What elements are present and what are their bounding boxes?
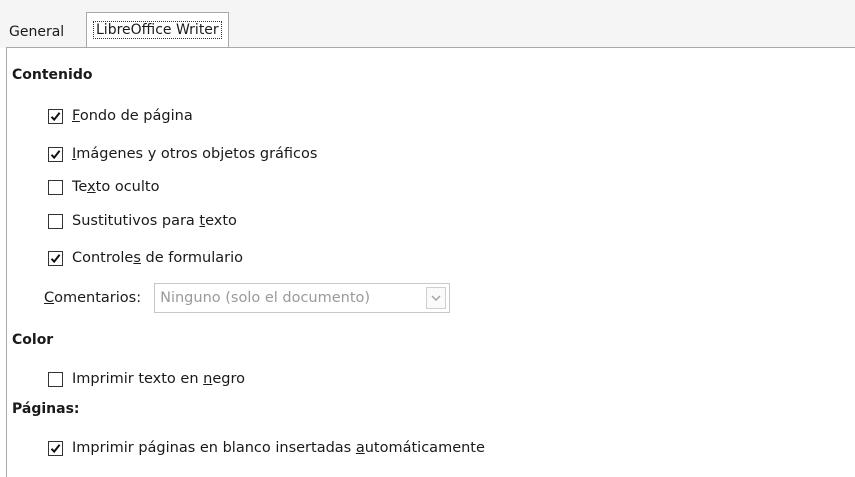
text-placeholders-checkbox[interactable] (48, 213, 63, 229)
hidden-text-checkbox[interactable] (48, 179, 63, 195)
tab-general[interactable]: General (3, 18, 70, 46)
option-form-controls[interactable]: Controles de formulario (48, 247, 243, 269)
text-placeholders-label: Sustitutivos para texto (72, 213, 237, 229)
checkmark-icon (50, 111, 61, 121)
form-controls-label: Controles de formulario (72, 250, 244, 266)
tab-libreoffice-writer[interactable]: LibreOffice Writer (86, 12, 229, 48)
option-print-black[interactable]: Imprimir texto en negro (48, 368, 245, 390)
hidden-text-label: Texto oculto (72, 179, 160, 195)
tab-libreoffice-writer-label: LibreOffice Writer (93, 21, 222, 39)
option-hidden-text[interactable]: Texto oculto (48, 176, 159, 198)
option-text-placeholders[interactable]: Sustitutivos para texto (48, 210, 237, 232)
chevron-down-icon[interactable] (426, 287, 447, 309)
images-label: Imágenes y otros objetos gráficos (72, 146, 318, 162)
blank-pages-checkbox[interactable] (48, 440, 63, 456)
option-blank-pages[interactable]: Imprimir páginas en blanco insertadas au… (48, 437, 485, 459)
tab-bar: General LibreOffice Writer (0, 0, 855, 48)
background-label: Fondo de página (72, 108, 193, 124)
comments-dropdown[interactable]: Ninguno (solo el documento) (154, 283, 451, 313)
comments-row: Comentarios: Ninguno (solo el documento) (44, 283, 451, 313)
comments-label: Comentarios: (44, 290, 142, 306)
comments-dropdown-value: Ninguno (solo el documento) (160, 290, 371, 306)
section-heading-pages: Páginas: (12, 401, 80, 417)
section-heading-contents: Contenido (12, 67, 93, 83)
images-checkbox[interactable] (48, 146, 63, 162)
tab-general-label: General (9, 24, 65, 40)
options-panel: Contenido Fondo de página Imágenes y otr… (6, 47, 855, 477)
background-checkbox[interactable] (48, 108, 63, 124)
checkmark-icon (50, 253, 61, 263)
option-background[interactable]: Fondo de página (48, 105, 193, 127)
print-black-checkbox[interactable] (48, 371, 63, 387)
checkmark-icon (50, 149, 61, 159)
section-heading-color: Color (12, 332, 54, 348)
print-black-label: Imprimir texto en negro (72, 371, 245, 387)
blank-pages-label: Imprimir páginas en blanco insertadas au… (72, 440, 485, 456)
form-controls-checkbox[interactable] (48, 250, 63, 266)
option-images[interactable]: Imágenes y otros objetos gráficos (48, 143, 317, 165)
checkmark-icon (50, 443, 61, 453)
